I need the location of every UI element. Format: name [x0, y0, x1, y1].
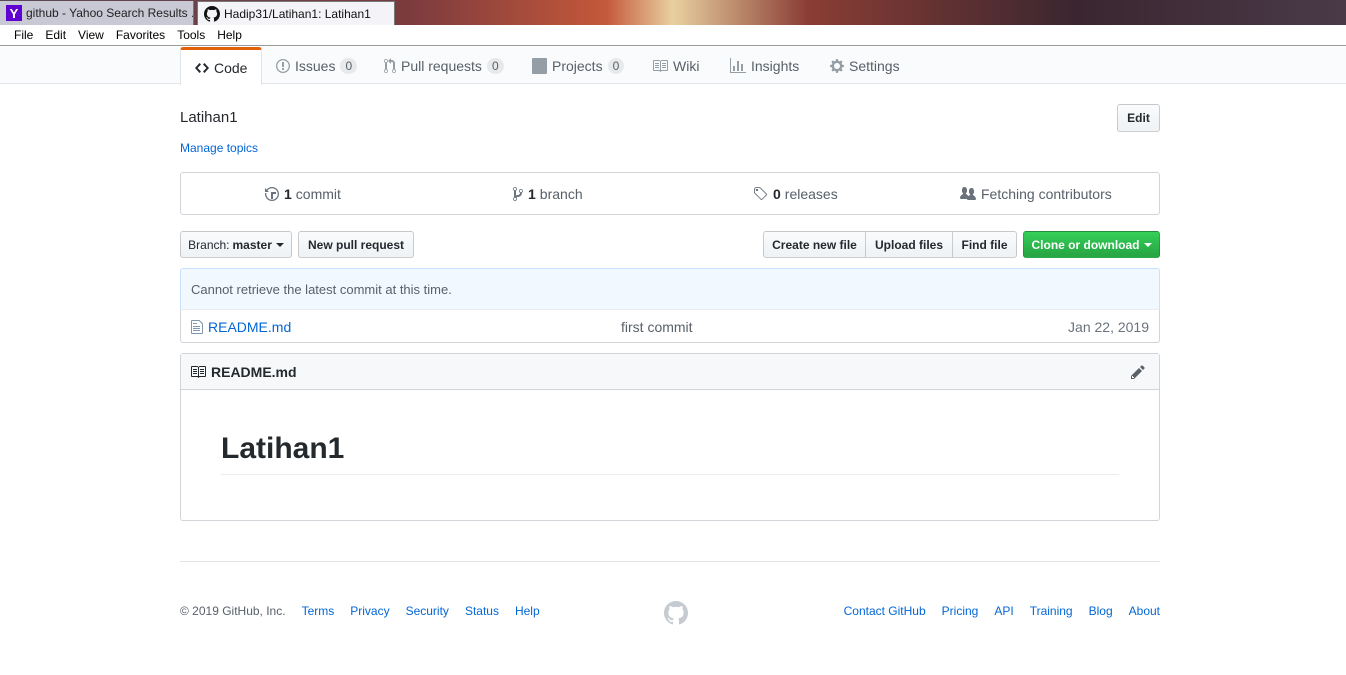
issue-icon	[276, 58, 290, 73]
github-icon	[204, 5, 220, 22]
manage-topics-link[interactable]: Manage topics	[180, 141, 258, 155]
browser-tab-strip: Y github - Yahoo Search Results ... Hadi…	[0, 0, 1346, 25]
new-pull-request-button[interactable]: New pull request	[298, 231, 414, 258]
file-name-cell: README.md	[191, 319, 291, 335]
branches-label: branch	[539, 185, 583, 202]
projects-counter: 0	[607, 57, 625, 74]
menu-help[interactable]: Help	[211, 28, 248, 42]
tab-label: Settings	[849, 57, 900, 74]
book-icon	[653, 59, 668, 72]
footer-link-privacy[interactable]: Privacy	[350, 604, 389, 618]
git-pull-request-icon	[384, 57, 396, 73]
releases-label: releases	[784, 185, 838, 202]
footer-link-training[interactable]: Training	[1030, 604, 1073, 618]
tab-label: Wiki	[673, 57, 700, 74]
menu-edit[interactable]: Edit	[39, 28, 72, 42]
branch-select-button[interactable]: Branch: master	[180, 231, 292, 258]
code-icon	[195, 62, 209, 73]
commit-tease: Cannot retrieve the latest commit at thi…	[180, 268, 1160, 310]
menu-file[interactable]: File	[8, 28, 39, 42]
project-icon	[532, 57, 547, 74]
footer-link-terms[interactable]: Terms	[302, 604, 335, 618]
caret-down-icon	[1143, 242, 1152, 247]
footer-link-help[interactable]: Help	[515, 604, 540, 618]
browser-menu-bar: File Edit View Favorites Tools Help	[0, 25, 1346, 46]
tab-wiki[interactable]: Wiki	[638, 47, 713, 84]
tag-icon	[754, 186, 768, 200]
github-mark-icon[interactable]	[664, 601, 689, 628]
commit-message-link[interactable]: first commit	[621, 319, 693, 335]
footer-divider	[180, 561, 1160, 562]
tab-pull-requests[interactable]: Pull requests 0	[370, 47, 518, 84]
footer-link-pricing[interactable]: Pricing	[942, 604, 979, 618]
branches-summary[interactable]: 1 branch	[513, 173, 583, 214]
readme-filename: README.md	[211, 363, 297, 380]
numbers-summary: 1 commit 1 branch 0 releases Fetching co…	[180, 172, 1160, 215]
edit-description-button[interactable]: Edit	[1117, 104, 1160, 132]
footer-link-about[interactable]: About	[1129, 604, 1160, 618]
branches-count: 1	[528, 185, 536, 202]
tab-label: Projects	[552, 57, 603, 74]
footer-link-contact[interactable]: Contact GitHub	[844, 604, 926, 618]
clone-or-download-button[interactable]: Clone or download	[1023, 231, 1160, 258]
footer-link-blog[interactable]: Blog	[1089, 604, 1113, 618]
copyright: © 2019 GitHub, Inc.	[180, 604, 286, 618]
pencil-icon[interactable]	[1131, 364, 1145, 380]
contributors-summary[interactable]: Fetching contributors	[960, 173, 1112, 214]
commits-summary[interactable]: 1 commit	[265, 173, 341, 214]
history-icon	[265, 186, 279, 201]
readme-header: README.md	[181, 354, 1159, 390]
branch-label: Branch:	[188, 237, 230, 252]
file-link[interactable]: README.md	[208, 319, 291, 335]
footer-link-api[interactable]: API	[994, 604, 1013, 618]
issues-counter: 0	[340, 57, 358, 74]
footer-link-status[interactable]: Status	[465, 604, 499, 618]
readme-heading: Latihan1	[221, 432, 1119, 475]
menu-view[interactable]: View	[72, 28, 110, 42]
tab-label: Insights	[751, 57, 800, 74]
book-icon	[191, 365, 206, 378]
repo-description: Latihan1	[180, 109, 238, 126]
footer-link-security[interactable]: Security	[406, 604, 449, 618]
create-new-file-button[interactable]: Create new file	[763, 231, 866, 258]
commits-label: commit	[295, 185, 341, 202]
commits-count: 1	[284, 185, 292, 202]
contributors-label: Fetching contributors	[981, 185, 1112, 202]
gear-icon	[830, 58, 844, 73]
tab-label: Code	[214, 59, 248, 76]
tab-label: Pull requests	[401, 57, 482, 74]
tab-projects[interactable]: Projects 0	[518, 47, 638, 84]
pulls-counter: 0	[486, 57, 504, 74]
releases-summary[interactable]: 0 releases	[753, 173, 838, 214]
browser-tab-title: Hadip31/Latihan1: Latihan1	[224, 6, 371, 21]
caret-down-icon	[275, 242, 284, 247]
git-branch-icon	[513, 186, 523, 201]
upload-files-button[interactable]: Upload files	[865, 231, 953, 258]
file-icon	[191, 320, 203, 334]
clone-label: Clone or download	[1031, 237, 1140, 252]
tab-issues[interactable]: Issues 0	[262, 47, 371, 84]
tab-settings[interactable]: Settings	[816, 47, 914, 84]
tab-label: Issues	[295, 57, 336, 74]
organization-icon	[960, 186, 976, 200]
readme-box: README.md Latihan1	[180, 353, 1160, 521]
tab-insights[interactable]: Insights	[716, 47, 813, 84]
browser-tab-yahoo[interactable]: Y github - Yahoo Search Results ...	[0, 1, 194, 25]
browser-tab-title: github - Yahoo Search Results ...	[26, 6, 194, 20]
table-row: README.md first commit Jan 22, 2019	[180, 309, 1160, 343]
graph-icon	[730, 57, 746, 73]
footer-left: © 2019 GitHub, Inc. Terms Privacy Securi…	[180, 604, 556, 618]
branch-name: master	[232, 237, 272, 252]
yahoo-icon: Y	[6, 5, 22, 21]
browser-tab-github[interactable]: Hadip31/Latihan1: Latihan1	[197, 1, 395, 25]
commit-age: Jan 22, 2019	[1068, 319, 1149, 335]
releases-count: 0	[773, 185, 781, 202]
footer-right: Contact GitHub Pricing API Training Blog…	[828, 604, 1160, 618]
tab-code[interactable]: Code	[180, 47, 263, 85]
repo-nav: Code Issues 0 Pull requests 0 Projects 0…	[0, 47, 1346, 85]
menu-tools[interactable]: Tools	[171, 28, 211, 42]
find-file-button[interactable]: Find file	[952, 231, 1017, 258]
menu-favorites[interactable]: Favorites	[110, 28, 171, 42]
